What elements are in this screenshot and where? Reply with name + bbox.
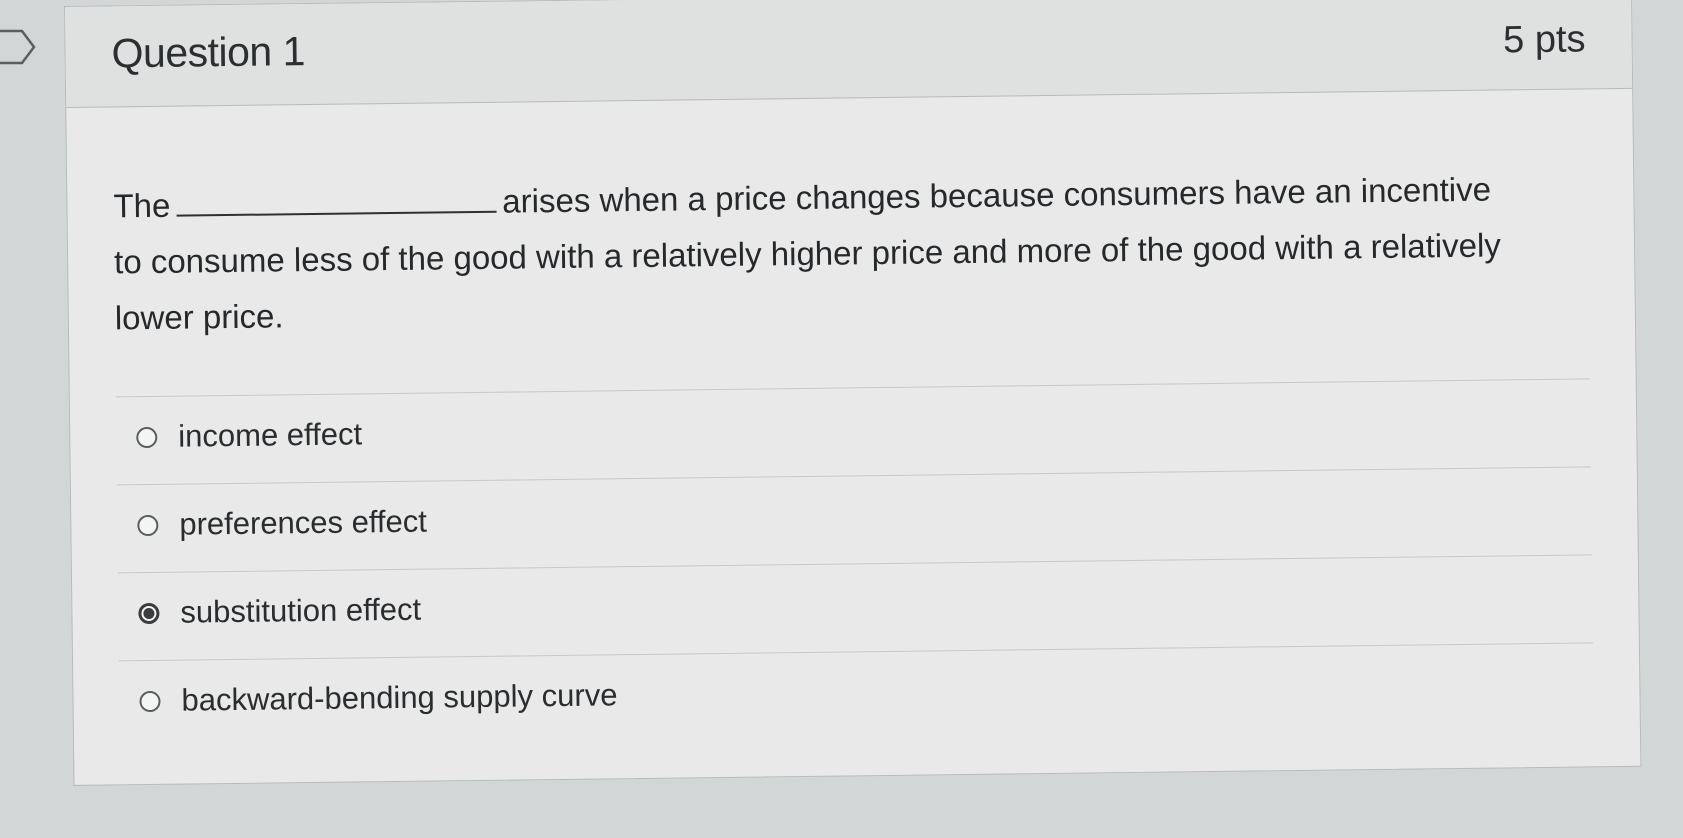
answer-list: income effect preferences effect substit… xyxy=(115,378,1594,749)
radio-button[interactable] xyxy=(139,690,161,713)
question-title: Question 1 xyxy=(111,28,306,77)
answer-label[interactable]: preferences effect xyxy=(179,504,427,543)
question-card: Question 1 5 pts The arises when a price … xyxy=(64,0,1642,786)
bookmark-icon[interactable] xyxy=(0,28,36,66)
answer-label[interactable]: backward-bending supply curve xyxy=(181,677,617,718)
question-header: Question 1 5 pts xyxy=(65,0,1633,108)
radio-button[interactable] xyxy=(136,426,158,449)
answer-label[interactable]: income effect xyxy=(178,416,362,454)
question-text-start: The xyxy=(113,186,171,225)
question-text: The arises when a price changes because c… xyxy=(113,161,1515,346)
answer-blank xyxy=(176,184,497,217)
question-points: 5 pts xyxy=(1502,18,1586,62)
answer-option-backward-bending-supply-curve[interactable]: backward-bending supply curve xyxy=(118,642,1594,749)
radio-button[interactable] xyxy=(137,514,159,537)
radio-button-selected[interactable] xyxy=(138,602,160,625)
answer-label[interactable]: substitution effect xyxy=(180,592,421,631)
